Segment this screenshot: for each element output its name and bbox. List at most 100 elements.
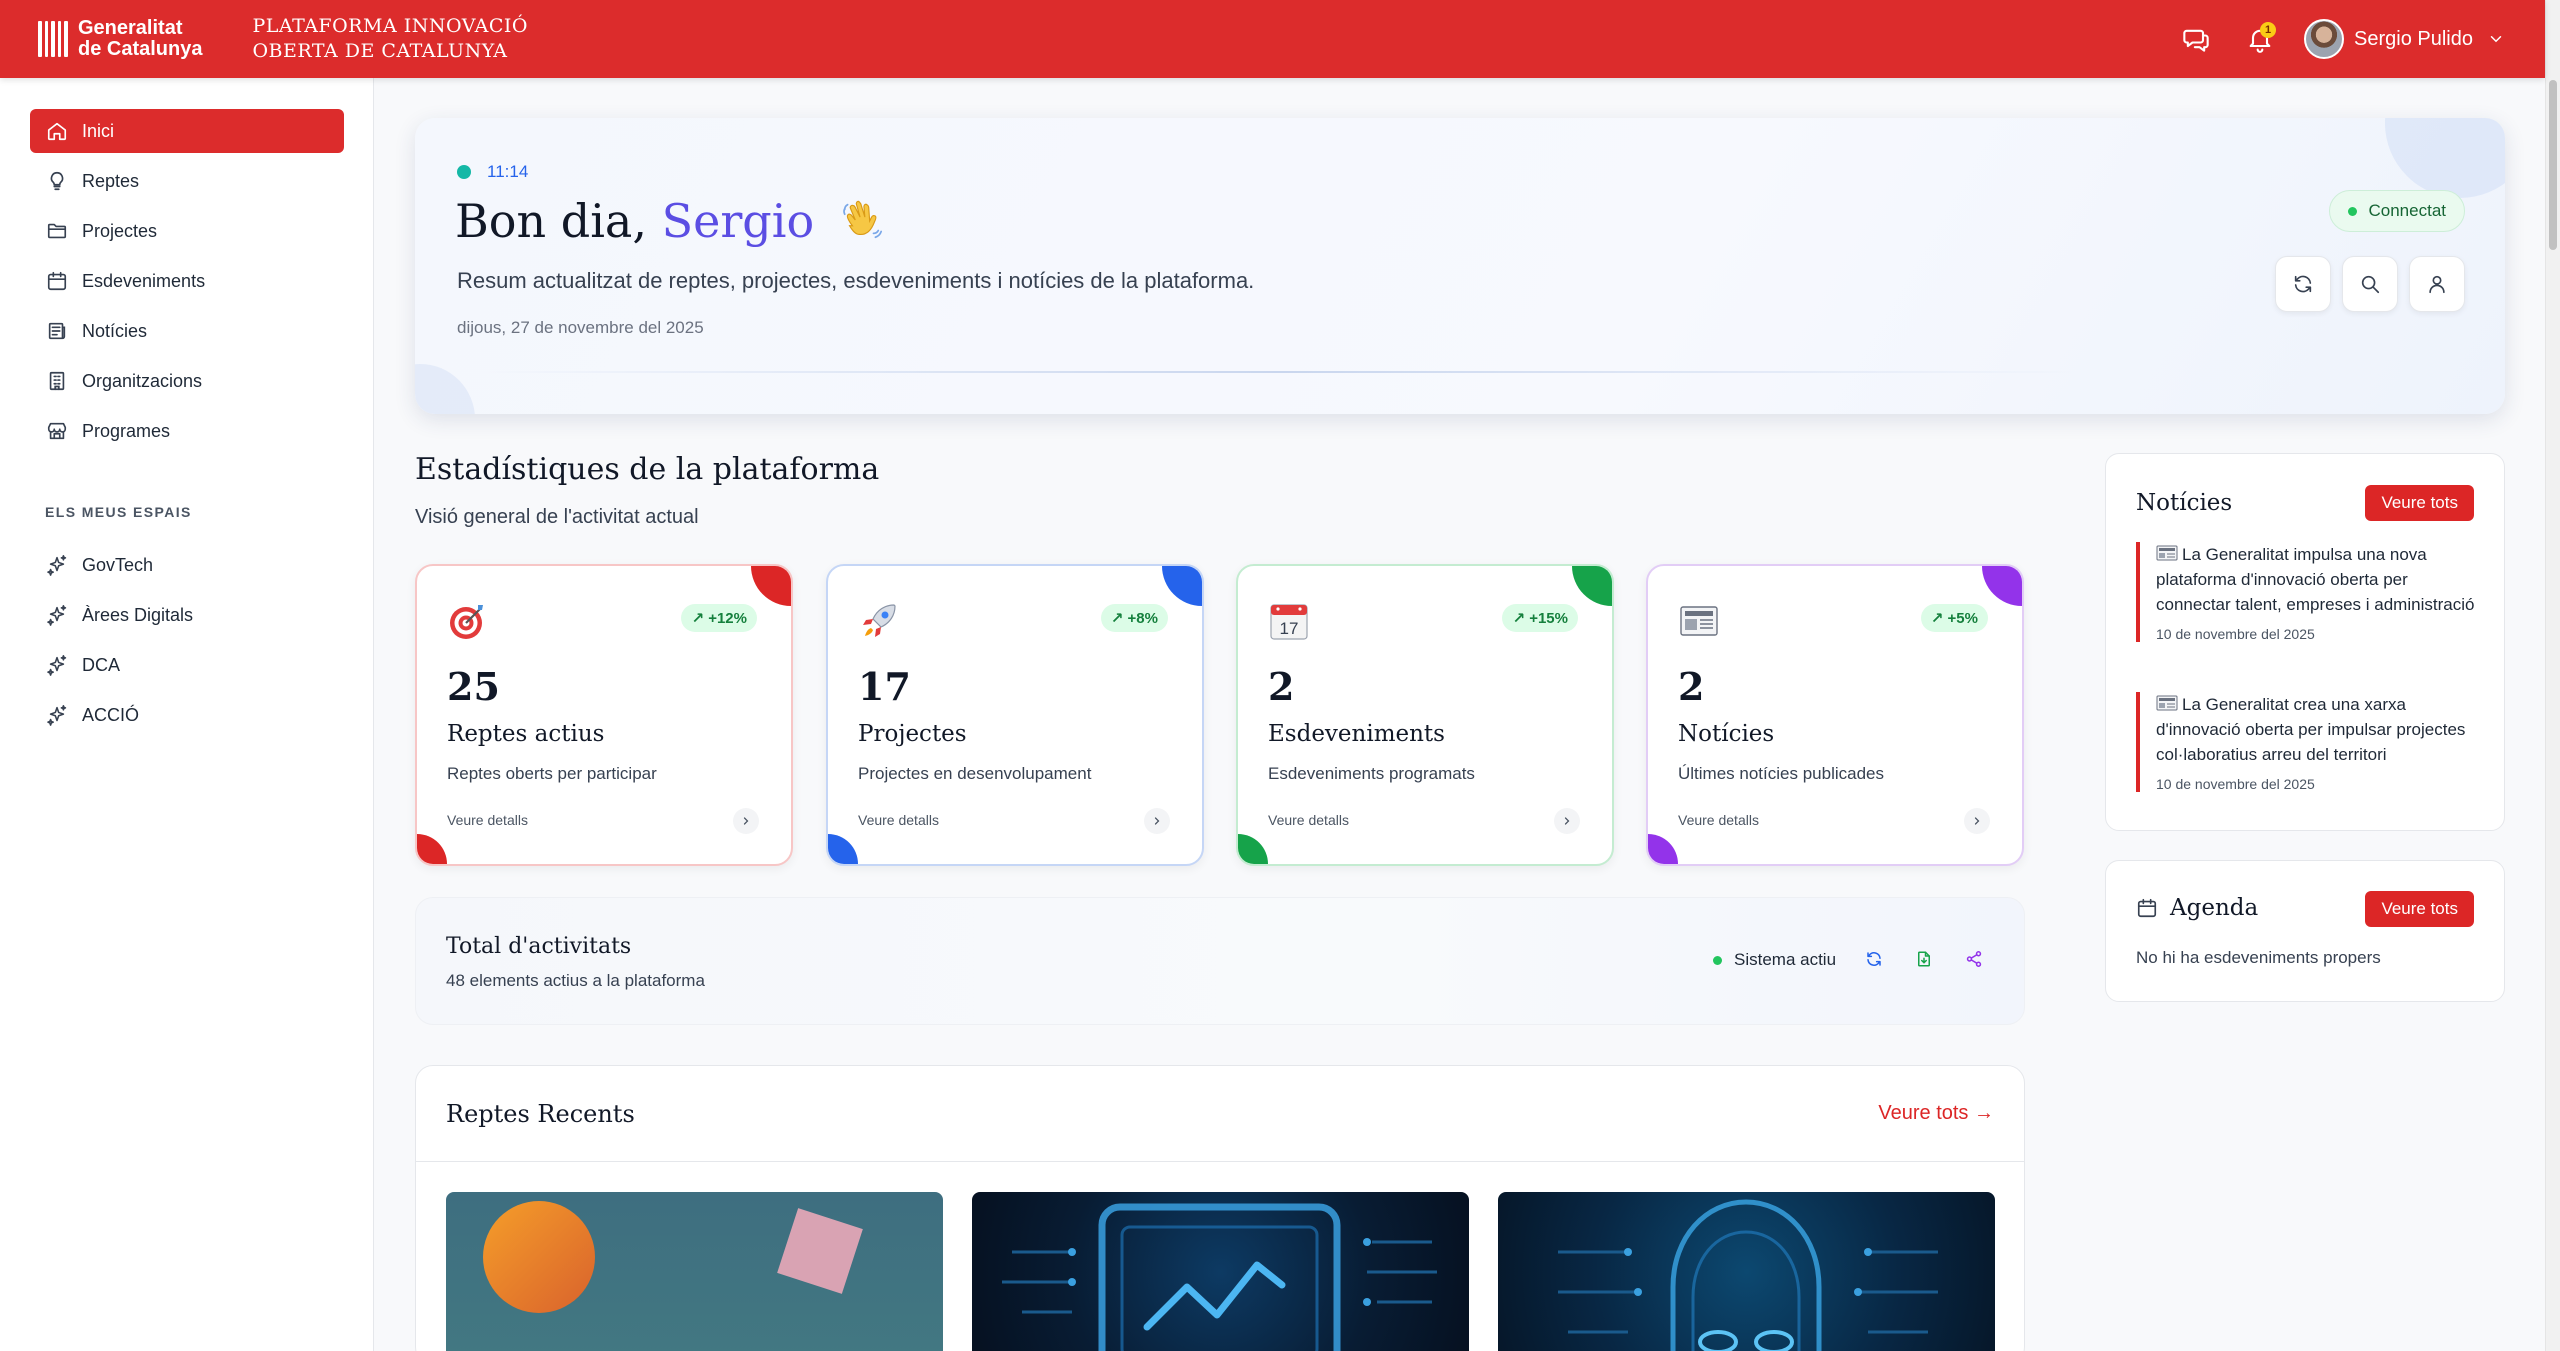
refresh-button[interactable] (2275, 256, 2331, 312)
chevron-right-button[interactable] (733, 808, 759, 834)
sidebar-item-projectes[interactable]: Projectes (30, 209, 344, 253)
agenda-panel: Agenda Veure tots No hi ha esdeveniments… (2105, 860, 2505, 1002)
newspaper-icon (2156, 695, 2178, 711)
export-button[interactable] (1911, 946, 1937, 972)
chat-button[interactable] (2174, 17, 2218, 61)
notification-badge: 1 (2260, 22, 2277, 38)
logo-line1: Generalitat (78, 17, 183, 39)
stat-label: Esdeveniments (1268, 721, 1445, 747)
card-accent (751, 566, 791, 606)
calendar-icon (2137, 898, 2157, 918)
sidebar-item-arees-digitals[interactable]: Àrees Digitals (30, 593, 344, 637)
user-menu[interactable]: Sergio Pulido (2304, 19, 2505, 59)
sidebar-item-govtech[interactable]: GovTech (30, 543, 344, 587)
view-details-link[interactable]: Veure detalls (1268, 812, 1349, 828)
card-accent (828, 834, 858, 864)
notifications-button[interactable]: 1 (2238, 17, 2282, 61)
scrollbar[interactable] (2545, 0, 2560, 1351)
stat-card-reptes[interactable]: ↗ +12% 25 Reptes actius Reptes oberts pe… (415, 564, 793, 866)
waving-hand-icon (842, 200, 882, 239)
sidebar-item-accio[interactable]: ACCIÓ (30, 693, 344, 737)
stats-subtitle: Visió general de l'activitat actual (415, 506, 699, 528)
lightbulb-icon (44, 168, 70, 194)
view-details-link[interactable]: Veure detalls (858, 812, 939, 828)
view-details-link[interactable]: Veure detalls (447, 812, 528, 828)
recent-challenges-card: Reptes Recents Veure tots → (415, 1065, 2025, 1351)
chevron-right-button[interactable] (1964, 808, 1990, 834)
top-header: Generalitat de Catalunya PLATAFORMA INNO… (0, 0, 2545, 78)
agenda-title: Agenda (2170, 895, 2259, 921)
news-text: La Generalitat impulsa una nova platafor… (2156, 545, 2475, 614)
trend-value: +5% (1947, 609, 1978, 627)
section-label-espais: ELS MEUS ESPAIS (45, 504, 192, 520)
clock: 11:14 (457, 162, 528, 182)
challenge-thumbnail[interactable] (446, 1192, 943, 1351)
news-panel: Notícies Veure tots La Generalitat impul… (2105, 453, 2505, 831)
news-item[interactable]: La Generalitat crea una xarxa d'innovaci… (2136, 692, 2476, 792)
generalitat-logo[interactable]: Generalitat de Catalunya (38, 18, 202, 60)
file-download-icon (1918, 951, 1930, 967)
platform-title[interactable]: PLATAFORMA INNOVACIÓ OBERTA DE CATALUNYA (252, 14, 528, 64)
chevron-right-icon (1154, 817, 1160, 825)
divider (416, 1161, 2024, 1162)
sidebar-item-label: Organitzacions (82, 370, 203, 391)
newspaper-icon (2156, 545, 2178, 561)
news-item[interactable]: La Generalitat impulsa una nova platafor… (2136, 542, 2476, 642)
logo-line2: de Catalunya (78, 38, 203, 60)
svg-text:17: 17 (1280, 619, 1299, 638)
sidebar-item-label: ACCIÓ (82, 704, 140, 725)
view-details-link[interactable]: Veure detalls (1678, 812, 1759, 828)
chart-screen-image (1002, 1203, 1437, 1351)
view-all-link[interactable]: Veure tots → (1878, 1102, 1994, 1125)
system-status: Sistema actiu (1713, 950, 1836, 970)
target-icon (450, 605, 483, 639)
chat-icon (2183, 29, 2209, 52)
sidebar-item-label: Notícies (82, 320, 148, 341)
decorative-circle (2385, 118, 2505, 198)
stat-card-noticies[interactable]: ↗ +5% 2 Notícies Últimes notícies public… (1646, 564, 2024, 866)
ai-face-image (1558, 1199, 1938, 1351)
sidebar-item-inici[interactable]: Inici (30, 109, 344, 153)
calendar-icon (44, 268, 70, 294)
sidebar-item-label: Àrees Digitals (82, 604, 194, 625)
news-title: Notícies (2136, 490, 2233, 516)
sidebar-item-label: Projectes (82, 220, 158, 241)
welcome-card: 11:14 Bon dia, Sergio Resum actualitzat … (415, 118, 2505, 414)
stat-value: 17 (858, 664, 911, 709)
search-button[interactable] (2342, 256, 2398, 312)
share-button[interactable] (1961, 946, 1987, 972)
sidebar-item-esdeveniments[interactable]: Esdeveniments (30, 259, 344, 303)
stats-title: Estadístiques de la plataforma (415, 452, 880, 487)
status-badge: Connectat (2328, 190, 2465, 232)
chevron-right-button[interactable] (1144, 808, 1170, 834)
sidebar-item-dca[interactable]: DCA (30, 643, 344, 687)
stat-description: Projectes en desenvolupament (858, 764, 1092, 783)
system-status-text: Sistema actiu (1734, 950, 1837, 969)
chevron-right-button[interactable] (1554, 808, 1580, 834)
greeting-name: Sergio (661, 194, 815, 248)
stat-value: 2 (1268, 664, 1295, 709)
chevron-right-icon (1974, 817, 1980, 825)
card-accent (1162, 566, 1202, 606)
challenge-thumbnail[interactable] (972, 1192, 1469, 1351)
news-date: 10 de novembre del 2025 (2156, 626, 2315, 642)
stat-card-esdeveniments[interactable]: 17 ↗ +15% 2 Esdeveniments Esdeveniments … (1236, 564, 1614, 866)
scrollbar-thumb[interactable] (2549, 80, 2557, 250)
view-all-news-button[interactable]: Veure tots (2365, 485, 2474, 521)
sidebar-item-programes[interactable]: Programes (30, 409, 344, 453)
sidebar-item-reptes[interactable]: Reptes (30, 159, 344, 203)
view-all-agenda-button[interactable]: Veure tots (2365, 891, 2474, 927)
refresh-button[interactable] (1861, 946, 1887, 972)
recent-title: Reptes Recents (446, 1100, 635, 1128)
divider (475, 371, 2085, 373)
total-activities-card: Total d'activitats 48 elements actius a … (415, 897, 2025, 1025)
sidebar-item-organitzacions[interactable]: Organitzacions (30, 359, 344, 403)
profile-button[interactable] (2409, 256, 2465, 312)
stat-card-projectes[interactable]: ↗ +8% 17 Projectes Projectes en desenvol… (826, 564, 1204, 866)
sidebar-item-noticies[interactable]: Notícies (30, 309, 344, 353)
news-date: 10 de novembre del 2025 (2156, 776, 2315, 792)
home-icon (44, 118, 70, 144)
current-time: 11:14 (487, 162, 529, 181)
challenge-thumbnail[interactable] (1498, 1192, 1995, 1351)
chevron-down-icon (2490, 36, 2502, 43)
